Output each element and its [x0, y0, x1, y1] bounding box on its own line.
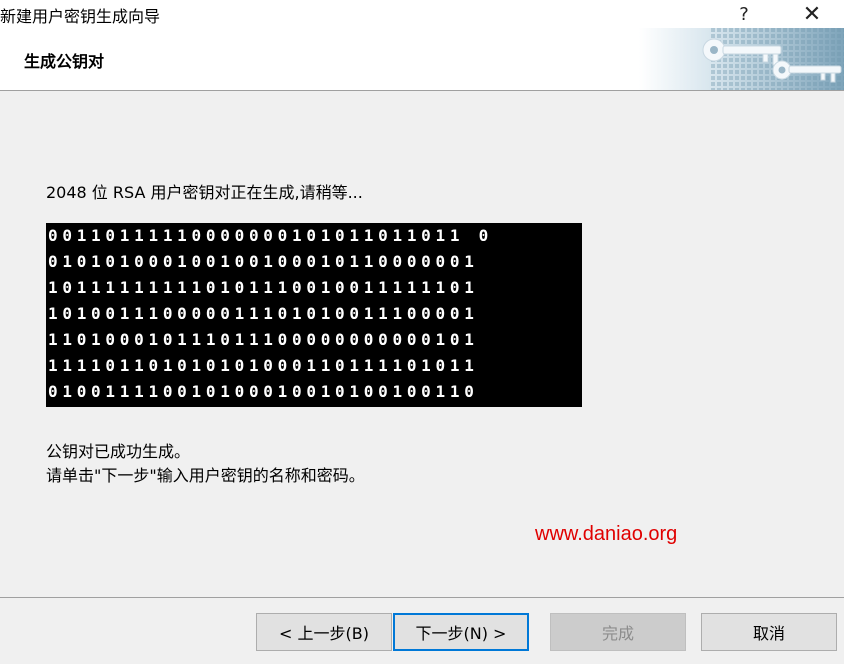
bits-row: 010011110010100010010100100110	[48, 382, 479, 401]
bits-row: 111101101010101000110111101011	[48, 356, 479, 375]
page-title: 生成公钥对	[24, 52, 105, 71]
wizard-header: 生成公钥对	[0, 28, 844, 91]
finish-button: 完成	[550, 613, 686, 651]
random-bits-display: 00110111110000000101011011011 0 01010100…	[46, 223, 582, 407]
keys-icon	[639, 28, 844, 90]
footer-divider	[0, 597, 844, 598]
back-button[interactable]: < 上一步(B)	[256, 613, 392, 651]
success-message: 公钥对已成功生成。	[46, 442, 191, 461]
bits-row: 00110111110000000101011011011 0	[48, 226, 493, 245]
watermark-text: www.daniao.org	[535, 523, 678, 545]
next-button[interactable]: 下一步(N) >	[393, 613, 529, 651]
bits-row: 101111111110101110010011111101	[48, 278, 479, 297]
bits-row: 010101000100100100010110000001	[48, 252, 479, 271]
window-title: 新建用户密钥生成向导	[0, 7, 161, 26]
help-icon[interactable]: ?	[724, 0, 764, 28]
cancel-button[interactable]: 取消	[701, 613, 837, 651]
bits-row: 101001110000011101010011100001	[48, 304, 479, 323]
close-icon[interactable]: ✕	[792, 0, 832, 28]
instruction-message: 请单击"下一步"输入用户密钥的名称和密码。	[46, 466, 365, 485]
title-bar: 新建用户密钥生成向导 ? ✕	[0, 0, 844, 28]
progress-message: 2048 位 RSA 用户密钥对正在生成,请稍等...	[46, 183, 363, 202]
bits-row: 110100010111011100000000000101	[48, 330, 479, 349]
